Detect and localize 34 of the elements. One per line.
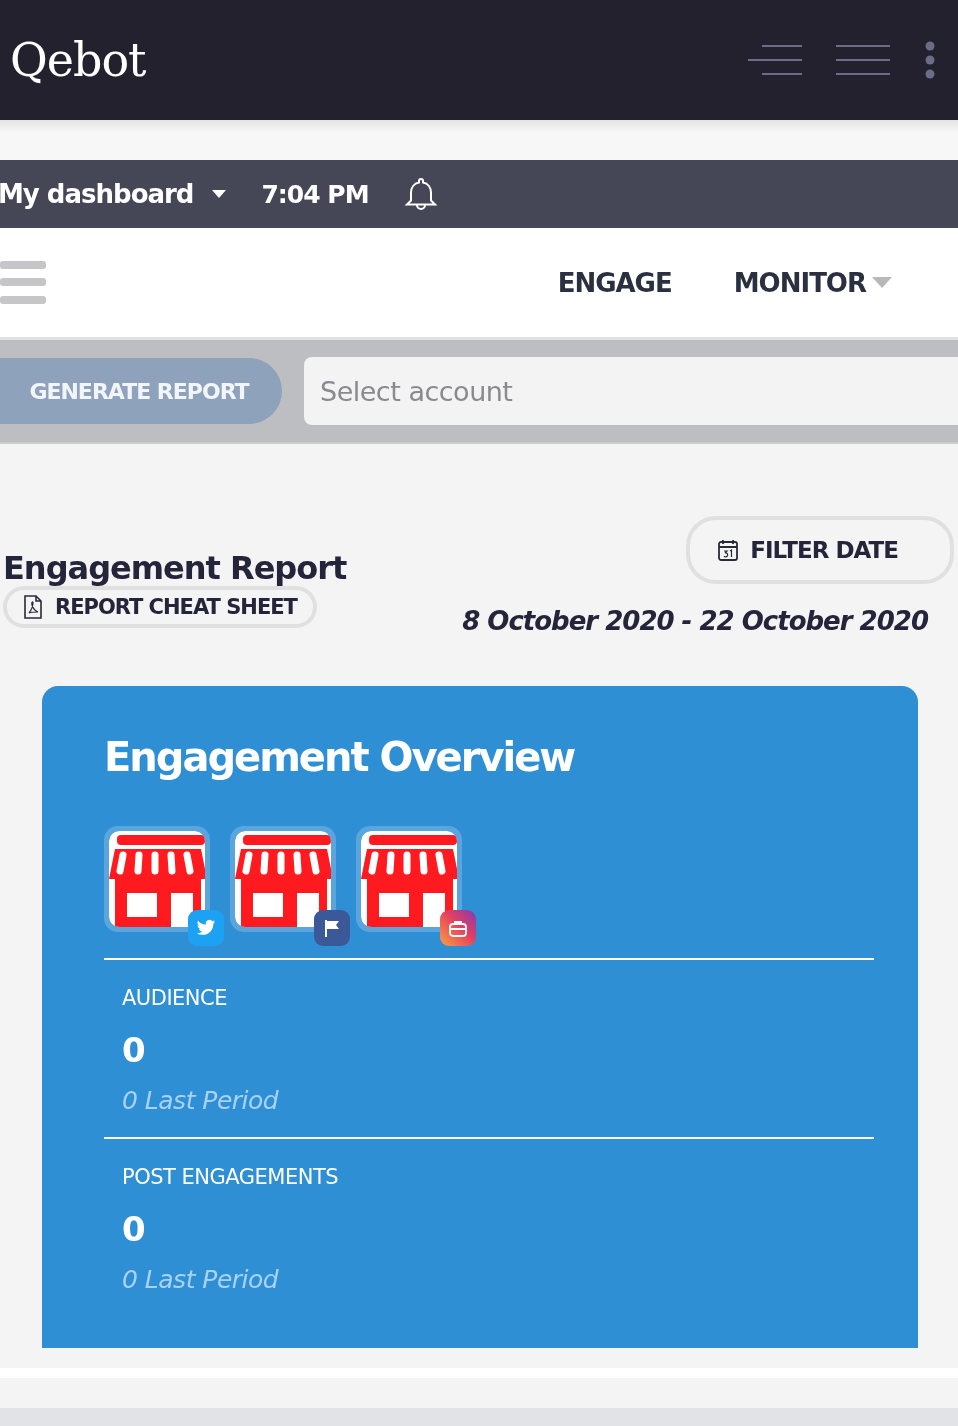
clock-time: 7:04 PM — [261, 179, 369, 209]
caret-icon — [211, 189, 228, 199]
account-avatar[interactable] — [230, 826, 336, 932]
date-range: 8 October 2020 - 22 October 2020 — [462, 606, 928, 636]
store-icon — [361, 831, 457, 927]
network-badge — [440, 910, 476, 946]
report-title: Engagement Report — [3, 550, 347, 586]
metric-value: 0 — [122, 1209, 146, 1249]
account-avatar[interactable] — [104, 826, 210, 932]
bell-icon[interactable] — [402, 176, 439, 212]
account-avatar[interactable] — [356, 826, 462, 932]
menu-icon[interactable] — [748, 44, 802, 76]
menu-icon[interactable] — [836, 44, 890, 76]
store-icon — [109, 831, 205, 927]
account-select-field[interactable]: Select account — [304, 357, 958, 425]
overview-title: Engagement Overview — [104, 734, 576, 780]
more-icon[interactable] — [924, 41, 936, 79]
nav-link[interactable]: ENGAGE — [557, 267, 672, 298]
network-badge — [314, 910, 350, 946]
metric-label: POST ENGAGEMENTS — [122, 1165, 339, 1189]
metric-label: AUDIENCE — [122, 986, 227, 1010]
pdf-icon — [23, 595, 43, 619]
metric-value: 0 — [122, 1030, 146, 1070]
dashboard-dropdown[interactable]: My dashboard — [0, 179, 228, 209]
filter-date-button[interactable]: FILTER DATE — [686, 516, 954, 584]
metric-previous: 0 Last Period — [122, 1086, 279, 1115]
store-icon — [235, 831, 331, 927]
cheat-sheet-button[interactable]: REPORT CHEAT SHEET — [3, 586, 317, 628]
network-badge — [188, 910, 224, 946]
nav-link[interactable]: MONITOR — [733, 267, 892, 298]
calendar-icon — [718, 539, 739, 561]
caret-icon — [872, 276, 892, 289]
metric-previous: 0 Last Period — [122, 1265, 279, 1294]
logo: Qebot — [10, 33, 146, 87]
